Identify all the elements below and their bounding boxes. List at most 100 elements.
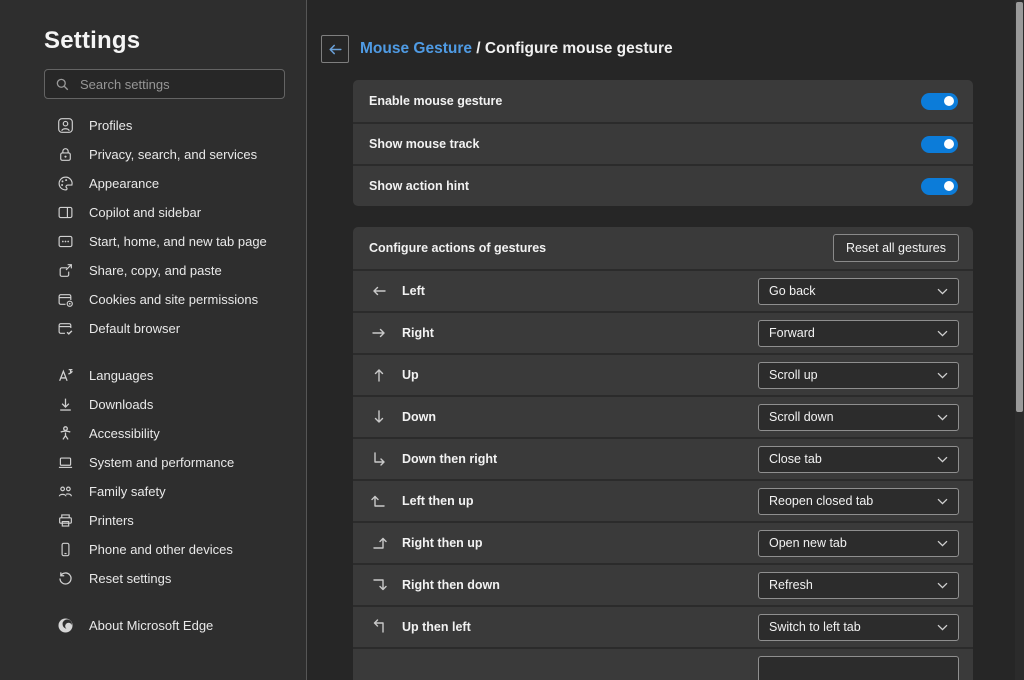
main-content: Mouse Gesture / Configure mouse gesture … [308,0,1024,680]
toggle-knob [944,139,954,149]
section-title: Configure actions of gestures [369,241,546,255]
edge-logo-icon [57,617,74,634]
sidebar-title: Settings [44,27,140,55]
sidebar-item-label: Profiles [89,118,132,133]
accessibility-icon [57,425,74,442]
dropdown-up-then-left-action[interactable]: Switch to left tab [758,614,959,641]
setting-row-show-mouse-track: Show mouse track [353,122,973,164]
sidebar-item-label: Cookies and site permissions [89,292,258,307]
dropdown-right-then-down-action[interactable]: Refresh [758,572,959,599]
gesture-row-up-then-left: Up then left Switch to left tab [353,605,973,647]
dropdown-value: Scroll down [769,410,834,424]
gesture-direction-label: Left then up [402,494,758,508]
sidebar-item-share-copy-paste[interactable]: Share, copy, and paste [0,256,306,285]
sidebar-item-default-browser[interactable]: Default browser [0,314,306,343]
languages-icon [57,367,74,384]
breadcrumb-parent-link[interactable]: Mouse Gesture [360,40,472,57]
arrow-down-then-right-icon [369,450,389,468]
back-arrow-icon [327,41,344,58]
toggle-show-action-hint[interactable] [921,178,958,195]
setting-label: Enable mouse gesture [369,94,502,108]
reset-all-gestures-button[interactable]: Reset all gestures [833,234,959,262]
dropdown-value: Forward [769,326,815,340]
dropdown-down-then-right-action[interactable]: Close tab [758,446,959,473]
dropdown-right-action[interactable]: Forward [758,320,959,347]
gesture-direction-label: Right then up [402,536,758,550]
new-tab-page-icon [57,233,74,250]
dropdown-value: Open new tab [769,536,847,550]
gesture-direction-label: Up [402,368,758,382]
gesture-direction-label: Up then left [402,620,758,634]
gesture-row-right-then-down: Right then down Refresh [353,563,973,605]
sidebar-item-printers[interactable]: Printers [0,506,306,535]
sidebar-item-downloads[interactable]: Downloads [0,390,306,419]
sidebar-item-start-home[interactable]: Start, home, and new tab page [0,227,306,256]
gesture-config-card: Configure actions of gestures Reset all … [353,227,973,680]
dropdown-up-action[interactable]: Scroll up [758,362,959,389]
sidebar-item-label: Share, copy, and paste [89,263,222,278]
dropdown-value: Close tab [769,452,822,466]
scrollbar-thumb[interactable] [1016,2,1023,412]
chevron-down-icon [937,624,948,631]
sidebar-item-reset-settings[interactable]: Reset settings [0,564,306,593]
search-input[interactable]: Search settings [44,69,285,99]
gesture-row-down: Down Scroll down [353,395,973,437]
gesture-direction-label: Down then right [402,452,758,466]
arrow-up-icon [369,366,389,384]
dropdown-left-then-up-action[interactable]: Reopen closed tab [758,488,959,515]
chevron-down-icon [937,288,948,295]
toggle-knob [944,181,954,191]
settings-sidebar: Settings Search settings Profiles Priva [0,0,307,680]
dropdown-right-then-up-action[interactable]: Open new tab [758,530,959,557]
back-button[interactable] [321,35,349,63]
sidebar-item-profiles[interactable]: Profiles [0,111,306,140]
sidebar-item-accessibility[interactable]: Accessibility [0,419,306,448]
toggle-knob [944,96,954,106]
gesture-section-header: Configure actions of gestures Reset all … [353,227,973,269]
sidebar-item-label: Downloads [89,397,153,412]
cookies-icon [57,291,74,308]
arrow-up-then-left-icon [369,618,389,636]
laptop-icon [57,454,74,471]
browser-check-icon [57,320,74,337]
sidebar-item-label: Printers [89,513,134,528]
sidebar-item-phone-devices[interactable]: Phone and other devices [0,535,306,564]
dropdown-down-action[interactable]: Scroll down [758,404,959,431]
gesture-row-up: Up Scroll up [353,353,973,395]
setting-label: Show action hint [369,179,469,193]
sidebar-item-appearance[interactable]: Appearance [0,169,306,198]
dropdown-left-action[interactable]: Go back [758,278,959,305]
chevron-down-icon [937,330,948,337]
vertical-scrollbar [1015,0,1024,680]
toggle-enable-mouse-gesture[interactable] [921,93,958,110]
search-placeholder: Search settings [80,77,170,92]
sidebar-item-label: Copilot and sidebar [89,205,201,220]
arrow-left-icon [369,282,389,300]
dropdown-value: Refresh [769,578,813,592]
sidebar-item-label: Family safety [89,484,166,499]
gesture-row-partial [353,647,973,680]
sidebar-item-label: Appearance [89,176,159,191]
sidebar-item-label: Start, home, and new tab page [89,234,267,249]
dropdown-value: Scroll up [769,368,818,382]
dropdown-value: Reopen closed tab [769,494,873,508]
gesture-row-left-then-up: Left then up Reopen closed tab [353,479,973,521]
palette-icon [57,175,74,192]
sidebar-item-languages[interactable]: Languages [0,361,306,390]
sidebar-layout-icon [57,204,74,221]
dropdown-partial[interactable] [758,656,959,680]
sidebar-item-copilot-sidebar[interactable]: Copilot and sidebar [0,198,306,227]
sidebar-item-cookies-permissions[interactable]: Cookies and site permissions [0,285,306,314]
page-title: Configure mouse gesture [485,40,673,57]
sidebar-item-label: About Microsoft Edge [89,618,213,633]
arrow-down-icon [369,408,389,426]
arrow-right-icon [369,324,389,342]
sidebar-item-family-safety[interactable]: Family safety [0,477,306,506]
setting-label: Show mouse track [369,137,479,151]
toggle-show-mouse-track[interactable] [921,136,958,153]
sidebar-item-privacy[interactable]: Privacy, search, and services [0,140,306,169]
share-icon [57,262,74,279]
search-icon [55,77,70,92]
sidebar-item-about-edge[interactable]: About Microsoft Edge [0,611,306,640]
sidebar-item-system-performance[interactable]: System and performance [0,448,306,477]
